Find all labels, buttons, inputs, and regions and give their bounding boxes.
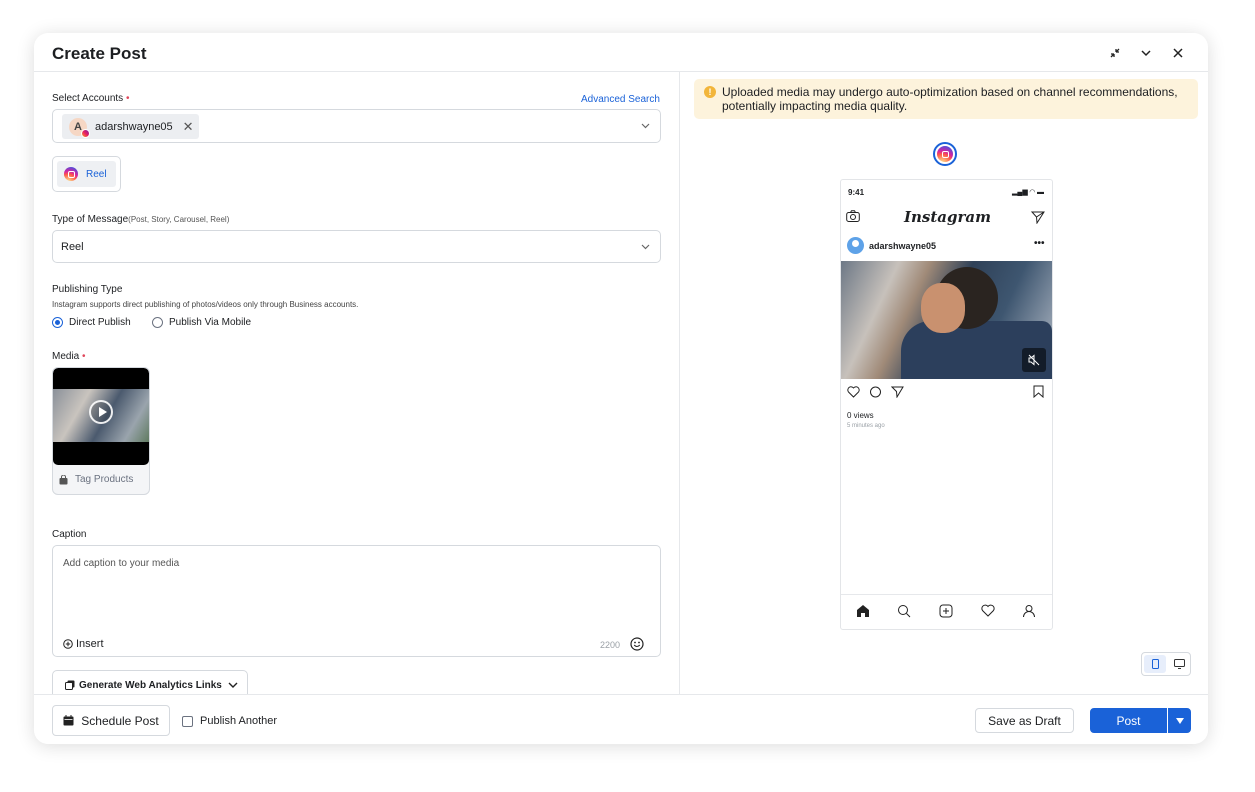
instagram-badge-icon <box>81 128 90 138</box>
chevron-down-icon <box>228 682 238 688</box>
message-type-select[interactable]: Reel <box>52 230 661 263</box>
mute-icon[interactable] <box>1022 348 1046 372</box>
checkbox-icon <box>182 715 193 727</box>
radio-selected-icon <box>52 317 63 328</box>
phone-time: 9:41 <box>848 188 865 197</box>
post-options-dropdown[interactable] <box>1168 708 1191 733</box>
publishing-type-label: Publishing Type <box>52 284 123 295</box>
heart-icon <box>981 604 995 622</box>
post-time-ago: 5 minutes ago <box>847 423 885 429</box>
post-media-preview <box>841 261 1052 379</box>
publishing-type-description: Instagram supports direct publishing of … <box>52 300 359 309</box>
account-chip-label: adarshwayne05 <box>95 120 173 133</box>
avatar <box>847 237 864 254</box>
instagram-icon <box>937 146 953 162</box>
remove-account-icon[interactable]: ✕ <box>183 119 194 135</box>
modal-header: Create Post <box>34 33 1208 72</box>
profile-icon <box>1022 604 1036 623</box>
caption-label: Caption <box>52 529 87 540</box>
media-thumbnail[interactable] <box>53 368 149 465</box>
play-icon[interactable] <box>89 400 113 424</box>
emoji-icon[interactable] <box>630 637 644 651</box>
minimize-icon[interactable] <box>1104 42 1126 64</box>
post-author: adarshwayne05 <box>847 237 936 254</box>
chevron-down-icon <box>641 244 650 249</box>
calendar-icon <box>63 715 74 726</box>
caret-down-icon <box>1175 717 1184 724</box>
radio-publish-via-mobile[interactable]: Publish Via Mobile <box>152 317 251 328</box>
instagram-wordmark: Instagram <box>904 208 991 226</box>
shopping-bag-icon <box>59 474 68 484</box>
views-count: 0 views <box>847 411 874 420</box>
device-view-toggle <box>1141 652 1191 676</box>
optimization-warning: ! Uploaded media may undergo auto-optimi… <box>694 79 1198 119</box>
generate-analytics-links-button[interactable]: Generate Web Analytics Links <box>52 670 248 694</box>
send-icon <box>1031 211 1045 224</box>
advanced-search-link[interactable]: Advanced Search <box>581 94 660 105</box>
avatar: A <box>69 117 90 138</box>
modal-footer: Schedule Post Publish Another Save as Dr… <box>34 694 1208 744</box>
account-chip: A adarshwayne05 ✕ <box>62 114 199 139</box>
tab-reel-label: Reel <box>86 168 107 180</box>
message-type-label: Type of Message(Post, Story, Carousel, R… <box>52 214 230 225</box>
desktop-view-icon[interactable] <box>1168 655 1190 673</box>
preview-panel: ! Uploaded media may undergo auto-optimi… <box>681 72 1208 694</box>
save-as-draft-button[interactable]: Save as Draft <box>975 708 1074 733</box>
phone-preview: 9:41 ▂▄▆ ◠ ▬ Instagram adarshwayne05 ••• <box>840 179 1053 630</box>
bookmark-icon <box>1033 385 1044 398</box>
insert-button[interactable]: Insert <box>63 638 104 650</box>
chevron-down-icon <box>641 123 650 129</box>
instagram-icon <box>64 167 78 181</box>
caption-textarea[interactable]: Add caption to your media Insert 2200 <box>52 545 661 657</box>
close-icon[interactable] <box>1167 42 1189 64</box>
preview-channel-instagram[interactable] <box>933 142 957 166</box>
caption-char-count: 2200 <box>600 640 621 650</box>
plus-circle-icon <box>63 639 73 649</box>
publish-another-checkbox[interactable]: Publish Another <box>182 715 277 727</box>
message-type-value: Reel <box>61 241 84 253</box>
media-label: Media • <box>52 351 86 362</box>
phone-bottom-nav <box>841 594 1052 629</box>
post-button[interactable]: Post <box>1090 708 1167 733</box>
comment-icon <box>870 386 881 398</box>
share-icon <box>891 386 904 398</box>
signal-wifi-battery-icon: ▂▄▆ ◠ ▬ <box>1012 189 1044 196</box>
post-form: Select Accounts • Advanced Search A adar… <box>34 72 680 694</box>
tag-products-button[interactable]: Tag Products <box>59 474 133 485</box>
page-title: Create Post <box>52 44 147 63</box>
mobile-view-icon[interactable] <box>1144 655 1166 673</box>
post-actions <box>847 385 1047 400</box>
home-icon <box>856 604 870 623</box>
chevron-down-icon[interactable] <box>1135 42 1157 64</box>
copy-icon <box>65 680 75 690</box>
radio-direct-publish[interactable]: Direct Publish <box>52 317 131 328</box>
media-card[interactable]: Tag Products <box>52 367 150 495</box>
schedule-post-button[interactable]: Schedule Post <box>52 705 170 736</box>
search-icon <box>897 604 911 623</box>
more-options-icon: ••• <box>1034 238 1045 249</box>
heart-icon <box>847 386 860 398</box>
add-post-icon <box>939 604 953 623</box>
select-accounts-label: Select Accounts • <box>52 93 130 104</box>
tab-reel[interactable]: Reel <box>57 161 116 187</box>
caption-placeholder: Add caption to your media <box>63 558 180 569</box>
warning-icon: ! <box>704 86 716 98</box>
accounts-select[interactable]: A adarshwayne05 ✕ <box>52 109 661 143</box>
radio-unselected-icon <box>152 317 163 328</box>
channel-tabs: Reel <box>52 156 121 192</box>
create-post-modal: Create Post Select Accounts • Advanced S… <box>34 33 1208 744</box>
